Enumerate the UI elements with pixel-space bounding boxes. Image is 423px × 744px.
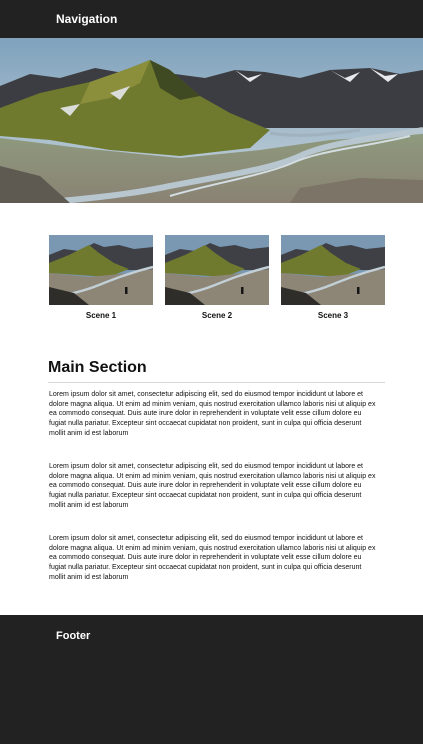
section-divider xyxy=(48,382,385,383)
thumbnail-caption: Scene 3 xyxy=(317,311,349,320)
body-paragraph: Lorem ipsum dolor sit amet, consectetur … xyxy=(49,391,376,437)
footer-title: Footer xyxy=(56,630,91,642)
thumbnail-image[interactable] xyxy=(49,235,153,305)
body-paragraph: Lorem ipsum dolor sit amet, consectetur … xyxy=(49,535,376,581)
thumbnail-caption: Scene 2 xyxy=(201,311,233,320)
thumbnail-card[interactable]: Scene 3 xyxy=(281,235,385,321)
thumbnail-image[interactable] xyxy=(281,235,385,305)
footer: Footer xyxy=(0,615,423,744)
thumbnail-caption: Scene 1 xyxy=(85,311,117,320)
body-paragraph: Lorem ipsum dolor sit amet, consectetur … xyxy=(49,463,376,509)
navigation-title[interactable]: Navigation xyxy=(56,12,117,26)
thumbnail-image[interactable] xyxy=(165,235,269,305)
thumbnail-gallery: Scene 1 Scene 2 Scene 3 xyxy=(49,235,385,325)
navigation-bar: Navigation xyxy=(0,0,423,38)
thumbnail-card[interactable]: Scene 2 xyxy=(165,235,269,321)
thumbnail-card[interactable]: Scene 1 xyxy=(49,235,153,321)
hero-image xyxy=(0,38,423,203)
main-section-heading: Main Section xyxy=(48,359,147,376)
